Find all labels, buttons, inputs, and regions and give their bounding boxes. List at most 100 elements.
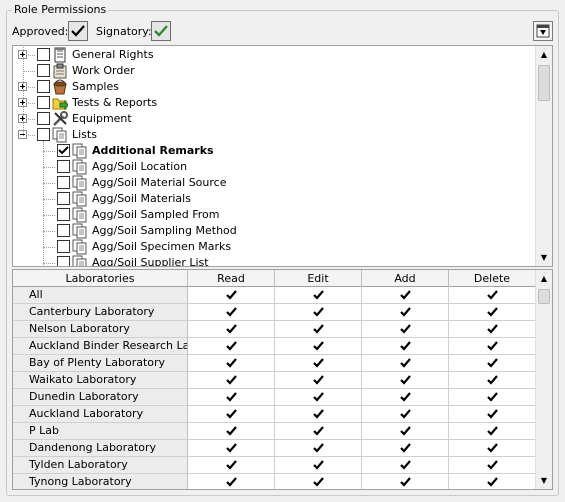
delete-permission-checkbox[interactable] xyxy=(449,440,536,457)
read-permission-checkbox[interactable] xyxy=(188,355,275,372)
tree-item[interactable]: Agg/Soil Specimen Marks xyxy=(13,239,535,255)
delete-permission-checkbox[interactable] xyxy=(449,287,536,304)
read-permission-checkbox[interactable] xyxy=(188,321,275,338)
tree-item[interactable]: Tests & Reports xyxy=(13,95,535,111)
tree-item[interactable]: Additional Remarks xyxy=(13,143,535,159)
col-read[interactable]: Read xyxy=(188,270,275,287)
table-row[interactable]: Nelson Laboratory xyxy=(13,321,536,338)
scroll-thumb[interactable] xyxy=(538,65,550,101)
tree-item[interactable]: Agg/Soil Material Source xyxy=(13,175,535,191)
delete-permission-checkbox[interactable] xyxy=(449,423,536,440)
approved-checkbox[interactable] xyxy=(68,21,88,41)
add-permission-checkbox[interactable] xyxy=(362,406,449,423)
col-delete[interactable]: Delete xyxy=(449,270,536,287)
tree-item[interactable]: Agg/Soil Sampling Method xyxy=(13,223,535,239)
delete-permission-checkbox[interactable] xyxy=(449,338,536,355)
add-permission-checkbox[interactable] xyxy=(362,389,449,406)
delete-permission-checkbox[interactable] xyxy=(449,474,536,489)
read-permission-checkbox[interactable] xyxy=(188,474,275,489)
table-row[interactable]: P Lab xyxy=(13,423,536,440)
tree-item[interactable]: General Rights xyxy=(13,47,535,63)
add-permission-checkbox[interactable] xyxy=(362,304,449,321)
tree-checkbox[interactable] xyxy=(57,192,70,205)
permissions-tree[interactable]: General Rights Work Order Samples Tests & R… xyxy=(12,45,553,267)
table-row[interactable]: Tynong Laboratory xyxy=(13,474,536,489)
tree-checkbox[interactable] xyxy=(57,160,70,173)
edit-permission-checkbox[interactable] xyxy=(275,372,362,389)
tree-item[interactable]: Lists xyxy=(13,127,535,143)
scroll-up-icon[interactable]: ▲ xyxy=(536,46,552,63)
add-permission-checkbox[interactable] xyxy=(362,423,449,440)
tree-checkbox[interactable] xyxy=(57,144,70,157)
read-permission-checkbox[interactable] xyxy=(188,338,275,355)
delete-permission-checkbox[interactable] xyxy=(449,355,536,372)
edit-permission-checkbox[interactable] xyxy=(275,440,362,457)
edit-permission-checkbox[interactable] xyxy=(275,355,362,372)
delete-permission-checkbox[interactable] xyxy=(449,389,536,406)
read-permission-checkbox[interactable] xyxy=(188,406,275,423)
tree-checkbox[interactable] xyxy=(37,64,50,77)
read-permission-checkbox[interactable] xyxy=(188,389,275,406)
read-permission-checkbox[interactable] xyxy=(188,457,275,474)
add-permission-checkbox[interactable] xyxy=(362,440,449,457)
col-add[interactable]: Add xyxy=(362,270,449,287)
add-permission-checkbox[interactable] xyxy=(362,321,449,338)
read-permission-checkbox[interactable] xyxy=(188,423,275,440)
read-permission-checkbox[interactable] xyxy=(188,304,275,321)
tree-checkbox[interactable] xyxy=(37,96,50,109)
table-row[interactable]: Auckland Binder Research Labo xyxy=(13,338,536,355)
scroll-up-icon[interactable]: ▲ xyxy=(536,270,552,287)
edit-permission-checkbox[interactable] xyxy=(275,338,362,355)
delete-permission-checkbox[interactable] xyxy=(449,372,536,389)
tree-item[interactable]: Agg/Soil Supplier List xyxy=(13,255,535,266)
table-row[interactable]: Waikato Laboratory xyxy=(13,372,536,389)
delete-permission-checkbox[interactable] xyxy=(449,304,536,321)
tree-item[interactable]: Work Order xyxy=(13,63,535,79)
edit-permission-checkbox[interactable] xyxy=(275,321,362,338)
read-permission-checkbox[interactable] xyxy=(188,372,275,389)
tree-checkbox[interactable] xyxy=(57,208,70,221)
tree-checkbox[interactable] xyxy=(57,176,70,189)
edit-permission-checkbox[interactable] xyxy=(275,457,362,474)
grid-scrollbar[interactable]: ▲ ▼ xyxy=(535,270,552,489)
add-permission-checkbox[interactable] xyxy=(362,372,449,389)
table-row[interactable]: Bay of Plenty Laboratory xyxy=(13,355,536,372)
export-button[interactable] xyxy=(533,21,553,41)
add-permission-checkbox[interactable] xyxy=(362,457,449,474)
scroll-down-icon[interactable]: ▼ xyxy=(536,472,552,489)
tree-checkbox[interactable] xyxy=(37,48,50,61)
edit-permission-checkbox[interactable] xyxy=(275,304,362,321)
edit-permission-checkbox[interactable] xyxy=(275,287,362,304)
tree-scrollbar[interactable]: ▲ ▼ xyxy=(535,46,552,266)
table-row[interactable]: Auckland Laboratory xyxy=(13,406,536,423)
tree-item[interactable]: Agg/Soil Materials xyxy=(13,191,535,207)
delete-permission-checkbox[interactable] xyxy=(449,457,536,474)
edit-permission-checkbox[interactable] xyxy=(275,406,362,423)
tree-checkbox[interactable] xyxy=(57,256,70,266)
edit-permission-checkbox[interactable] xyxy=(275,389,362,406)
edit-permission-checkbox[interactable] xyxy=(275,423,362,440)
read-permission-checkbox[interactable] xyxy=(188,287,275,304)
col-laboratories[interactable]: Laboratories xyxy=(13,270,188,287)
tree-checkbox[interactable] xyxy=(57,240,70,253)
add-permission-checkbox[interactable] xyxy=(362,338,449,355)
tree-item[interactable]: Agg/Soil Location xyxy=(13,159,535,175)
signatory-checkbox[interactable] xyxy=(151,21,171,41)
table-row[interactable]: Tylden Laboratory xyxy=(13,457,536,474)
delete-permission-checkbox[interactable] xyxy=(449,406,536,423)
scroll-down-icon[interactable]: ▼ xyxy=(536,249,552,266)
table-row[interactable]: Dandenong Laboratory xyxy=(13,440,536,457)
edit-permission-checkbox[interactable] xyxy=(275,474,362,489)
tree-checkbox[interactable] xyxy=(37,128,50,141)
tree-item[interactable]: Samples xyxy=(13,79,535,95)
tree-item[interactable]: Agg/Soil Sampled From xyxy=(13,207,535,223)
read-permission-checkbox[interactable] xyxy=(188,440,275,457)
delete-permission-checkbox[interactable] xyxy=(449,321,536,338)
tree-checkbox[interactable] xyxy=(37,80,50,93)
add-permission-checkbox[interactable] xyxy=(362,355,449,372)
col-edit[interactable]: Edit xyxy=(275,270,362,287)
table-row[interactable]: Dunedin Laboratory xyxy=(13,389,536,406)
scroll-thumb[interactable] xyxy=(538,289,550,304)
table-row[interactable]: Canterbury Laboratory xyxy=(13,304,536,321)
tree-checkbox[interactable] xyxy=(37,112,50,125)
